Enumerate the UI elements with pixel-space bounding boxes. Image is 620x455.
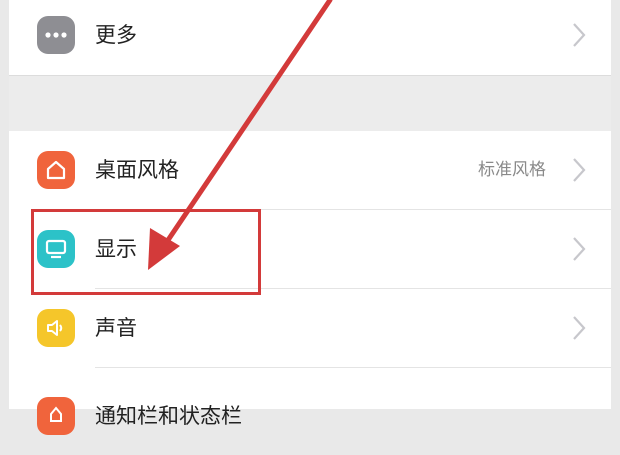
chevron-right-icon xyxy=(573,23,586,47)
notification-icon xyxy=(37,397,75,435)
settings-row-sound[interactable]: 声音 xyxy=(9,289,611,367)
settings-row-label: 桌面风格 xyxy=(95,158,179,182)
home-icon xyxy=(37,151,75,189)
highlight-box xyxy=(31,209,261,295)
row-divider xyxy=(95,367,611,368)
section-separator xyxy=(9,75,611,133)
more-dots-icon xyxy=(37,16,75,54)
settings-row-more[interactable]: 更多 xyxy=(9,0,611,74)
chevron-right-icon xyxy=(573,237,586,261)
speaker-icon xyxy=(37,309,75,347)
settings-row-label: 通知栏和状态栏 xyxy=(95,404,242,428)
settings-row-value: 标准风格 xyxy=(478,160,546,180)
settings-row-label: 更多 xyxy=(95,23,137,47)
settings-row-label: 声音 xyxy=(95,316,137,340)
chevron-right-icon xyxy=(573,316,586,340)
settings-group-top: 更多 xyxy=(9,0,611,75)
chevron-right-icon xyxy=(573,158,586,182)
settings-row-notification-bar[interactable]: 通知栏和状态栏 xyxy=(9,377,611,455)
settings-row-desktop-style[interactable]: 桌面风格 标准风格 xyxy=(9,131,611,209)
